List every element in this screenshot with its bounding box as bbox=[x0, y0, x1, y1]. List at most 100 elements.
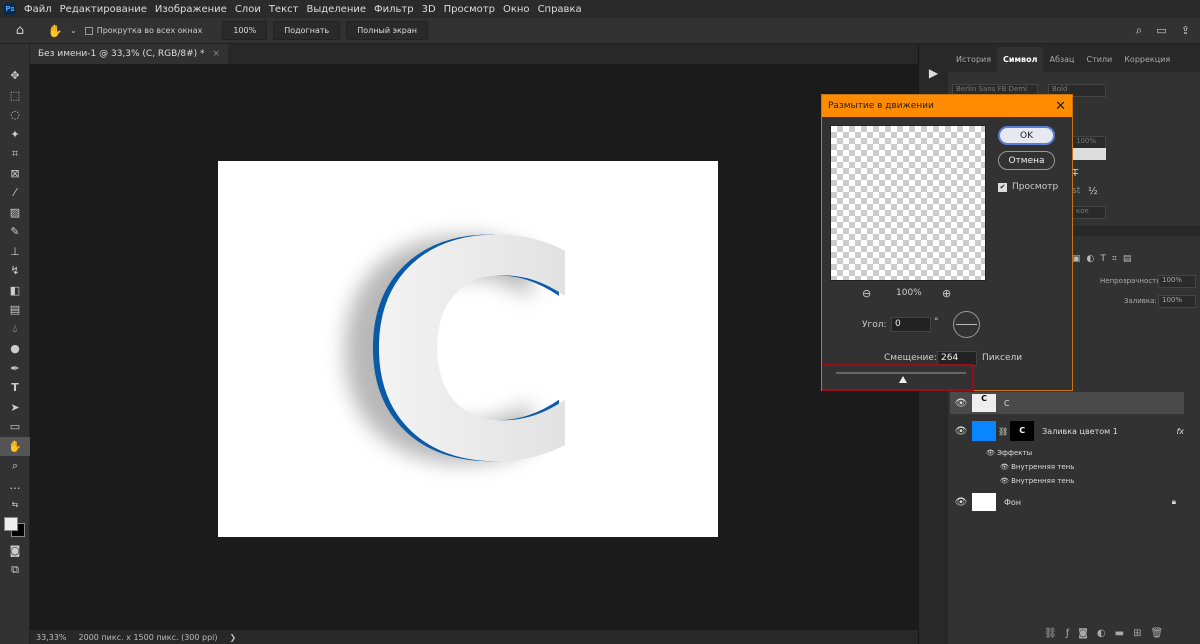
photoshop-logo: Ps bbox=[4, 3, 16, 15]
lock-icon[interactable]: 🔒︎ bbox=[1172, 497, 1176, 507]
tab-character[interactable]: Символ bbox=[997, 47, 1044, 72]
menu-3d[interactable]: 3D bbox=[422, 4, 436, 15]
zoom-in-icon[interactable]: ⊕ bbox=[942, 287, 951, 300]
eraser-tool-icon[interactable]: ◧ bbox=[0, 281, 30, 301]
gradient-tool-icon[interactable]: ▤ bbox=[0, 300, 30, 320]
menu-view[interactable]: Просмотр bbox=[444, 4, 495, 15]
blur-tool-icon[interactable]: 💧︎ bbox=[0, 320, 30, 340]
brush-tool-icon[interactable]: ✎ bbox=[0, 222, 30, 242]
eye-icon[interactable]: 👁︎ bbox=[950, 398, 972, 409]
quick-mask-icon[interactable]: ◙ bbox=[0, 541, 30, 561]
layer-c[interactable]: 👁︎ C C bbox=[950, 392, 1184, 414]
effect-inner-shadow[interactable]: 👁︎ Внутренняя тень bbox=[950, 474, 1184, 488]
eye-icon[interactable]: 👁︎ bbox=[950, 426, 972, 437]
stamp-tool-icon[interactable]: ⊥ bbox=[0, 242, 30, 262]
document-size: 2000 пикс. x 1500 пикс. (300 ppi) bbox=[78, 632, 218, 642]
move-tool-icon[interactable]: ✥ bbox=[0, 66, 30, 86]
close-icon[interactable]: ✕ bbox=[1055, 99, 1066, 114]
swap-colors-icon[interactable]: ⇆ bbox=[0, 495, 30, 515]
zoom-level[interactable]: 33,33% bbox=[36, 633, 67, 642]
tab-styles[interactable]: Стили bbox=[1080, 55, 1118, 72]
layer-name: Фон bbox=[1004, 497, 1022, 507]
angle-dial[interactable] bbox=[953, 311, 980, 338]
pen-tool-icon[interactable]: ✒ bbox=[0, 359, 30, 379]
color-swatches[interactable] bbox=[0, 515, 29, 541]
marquee-tool-icon[interactable]: ⬚ bbox=[0, 86, 30, 106]
scroll-all-checkbox[interactable] bbox=[84, 26, 93, 35]
document-canvas[interactable]: C C C bbox=[218, 161, 718, 537]
share-icon[interactable]: ⇪ bbox=[1181, 24, 1190, 37]
play-icon[interactable]: ▶ bbox=[919, 66, 948, 80]
eye-icon[interactable]: 👁︎ bbox=[950, 497, 972, 508]
close-icon[interactable]: × bbox=[213, 49, 221, 59]
effects-row[interactable]: 👁︎ Эффекты bbox=[950, 446, 1184, 460]
eye-icon[interactable]: 👁︎ bbox=[1000, 477, 1011, 485]
crop-tool-icon[interactable]: ⌗ bbox=[0, 144, 30, 164]
zoom-100-button[interactable]: 100% bbox=[222, 21, 268, 40]
degree-symbol: ° bbox=[934, 317, 939, 327]
menu-type[interactable]: Текст bbox=[269, 4, 299, 15]
dodge-tool-icon[interactable]: ● bbox=[0, 339, 30, 359]
stylistic-st[interactable]: st bbox=[1072, 186, 1080, 196]
fill-screen-button[interactable]: Полный экран bbox=[346, 21, 429, 40]
menu-help[interactable]: Справка bbox=[538, 4, 582, 15]
zoom-tool-icon[interactable]: ⌕ bbox=[0, 456, 30, 476]
menu-window[interactable]: Окно bbox=[503, 4, 530, 15]
home-icon[interactable]: ⌂ bbox=[0, 23, 40, 38]
layers-bottom-toolbar[interactable]: ⛓ƒ◙◐▬⊞🗑︎ bbox=[1044, 628, 1172, 639]
text-color-swatch[interactable] bbox=[1072, 148, 1106, 160]
search-icon[interactable]: ⌕ bbox=[1136, 23, 1143, 38]
blur-preview[interactable] bbox=[830, 125, 986, 281]
eye-icon[interactable]: 👁︎ bbox=[1000, 463, 1011, 471]
menu-file[interactable]: Файл bbox=[24, 4, 52, 15]
ok-button[interactable]: OK bbox=[998, 126, 1055, 145]
layer-fill-color[interactable]: 👁︎ ⛓ C Заливка цветом 1 fx bbox=[950, 418, 1184, 444]
layer-name: C bbox=[1004, 398, 1010, 408]
eyedropper-icon[interactable]: ⁄ bbox=[0, 183, 30, 203]
fill-field[interactable]: 100% bbox=[1158, 295, 1196, 308]
path-select-icon[interactable]: ➤ bbox=[0, 398, 30, 418]
status-bar: 33,33% 2000 пикс. x 1500 пикс. (300 ppi)… bbox=[30, 630, 918, 644]
rectangle-tool-icon[interactable]: ▭ bbox=[0, 417, 30, 437]
tab-paragraph[interactable]: Абзац bbox=[1043, 55, 1080, 72]
hand-tool-icon[interactable]: ✋ bbox=[0, 436, 30, 456]
fraction-icon[interactable]: ½ bbox=[1088, 186, 1098, 197]
tab-history[interactable]: История bbox=[950, 55, 997, 72]
zoom-out-icon[interactable]: ⊖ bbox=[862, 287, 871, 300]
layer-background[interactable]: 👁︎ Фон 🔒︎ bbox=[950, 490, 1184, 514]
document-tab[interactable]: Без имени-1 @ 33,3% (C, RGB/8#) * × bbox=[30, 44, 229, 64]
menu-image[interactable]: Изображение bbox=[155, 4, 227, 15]
chevron-down-icon[interactable]: ⌄ bbox=[70, 26, 77, 35]
angle-input[interactable]: 0 bbox=[891, 317, 931, 332]
hand-tool-icon[interactable]: ✋ bbox=[40, 24, 70, 38]
healing-brush-icon[interactable]: ▨ bbox=[0, 203, 30, 223]
dialog-title: Размытие в движении bbox=[828, 101, 934, 111]
eye-icon[interactable]: 👁︎ bbox=[986, 449, 997, 457]
effect-inner-shadow[interactable]: 👁︎ Внутренняя тень bbox=[950, 460, 1184, 474]
tab-adjustments[interactable]: Коррекция bbox=[1118, 55, 1176, 72]
menu-filter[interactable]: Фильтр bbox=[374, 4, 414, 15]
document-tabs: Без имени-1 @ 33,3% (C, RGB/8#) * × bbox=[30, 44, 918, 64]
menu-edit[interactable]: Редактирование bbox=[60, 4, 147, 15]
menu-select[interactable]: Выделение bbox=[306, 4, 366, 15]
color-fill-thumbnail bbox=[972, 421, 996, 441]
history-brush-icon[interactable]: ↯ bbox=[0, 261, 30, 281]
cancel-button[interactable]: Отмена bbox=[998, 151, 1055, 170]
menu-layers[interactable]: Слои bbox=[235, 4, 261, 15]
letter-c-artwork: C C C bbox=[330, 179, 584, 530]
status-arrow-icon[interactable]: ❯ bbox=[230, 633, 237, 642]
fx-icon[interactable]: fx bbox=[1176, 427, 1184, 436]
layer-filter-icons[interactable]: ▣◐T⌗▤ bbox=[1072, 254, 1137, 264]
frame-tool-icon[interactable]: ⊠ bbox=[0, 164, 30, 184]
type-tool-icon[interactable]: T bbox=[0, 378, 30, 398]
link-icon[interactable]: ⛓ bbox=[998, 427, 1008, 436]
screen-mode-icon[interactable]: ⧉ bbox=[0, 560, 30, 580]
lasso-tool-icon[interactable]: ◌ bbox=[0, 105, 30, 125]
antialias-select[interactable]: кое bbox=[1072, 206, 1106, 219]
more-tools-icon[interactable]: … bbox=[0, 476, 30, 496]
preview-checkbox[interactable]: ✔ bbox=[998, 183, 1007, 192]
fit-screen-button[interactable]: Подогнать bbox=[273, 21, 341, 40]
opacity-field[interactable]: 100% bbox=[1158, 275, 1196, 288]
magic-wand-icon[interactable]: ✦ bbox=[0, 125, 30, 145]
workspace-icon[interactable]: ▭ bbox=[1156, 24, 1166, 37]
